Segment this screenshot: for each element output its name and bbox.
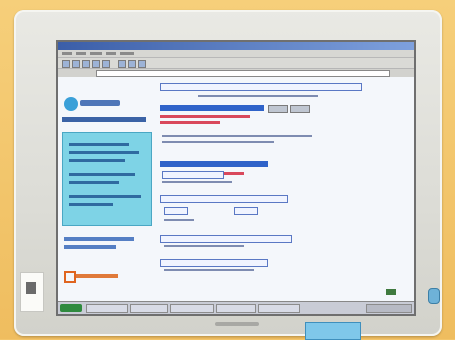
red-notice-line xyxy=(160,115,250,118)
menu-item[interactable] xyxy=(76,52,86,55)
browser-title-bar xyxy=(58,42,414,50)
body-text-line xyxy=(162,181,232,183)
forward-icon[interactable] xyxy=(72,60,80,68)
left-info-panel xyxy=(62,132,152,226)
page-content xyxy=(58,77,414,302)
search-icon[interactable] xyxy=(118,60,126,68)
search-button[interactable] xyxy=(268,105,288,113)
back-icon[interactable] xyxy=(62,60,70,68)
panel-text-line xyxy=(69,195,141,198)
menu-item[interactable] xyxy=(120,52,134,55)
left-nav-link[interactable] xyxy=(64,237,134,241)
sticker-mark xyxy=(26,282,36,294)
orange-link[interactable] xyxy=(76,274,118,278)
body-text-line xyxy=(164,219,194,221)
site-logo-wordmark[interactable] xyxy=(80,100,120,106)
favorites-icon[interactable] xyxy=(128,60,136,68)
select-field[interactable] xyxy=(234,207,258,215)
menu-item[interactable] xyxy=(106,52,116,55)
panel-text-line xyxy=(69,173,135,176)
site-logo-icon[interactable] xyxy=(64,97,78,111)
taskbar-item[interactable] xyxy=(130,304,168,313)
stop-icon[interactable] xyxy=(82,60,90,68)
panel-text-line xyxy=(69,181,119,184)
bezel-sticker xyxy=(20,272,44,312)
browser-menu-bar xyxy=(58,50,414,58)
body-text-line xyxy=(164,269,254,271)
taskbar-item[interactable] xyxy=(216,304,256,313)
body-text-line xyxy=(162,141,274,143)
browser-toolbar xyxy=(58,58,414,69)
section-outline-bar xyxy=(160,259,268,267)
menu-item[interactable] xyxy=(62,52,72,55)
panel-text-line xyxy=(69,143,129,146)
taskbar-item[interactable] xyxy=(258,304,300,313)
section-heading-bar xyxy=(160,161,268,167)
text-field[interactable] xyxy=(162,171,224,179)
monitor-screen xyxy=(56,40,416,316)
body-text-line xyxy=(162,135,312,137)
cyan-card xyxy=(305,322,361,340)
system-clock xyxy=(366,304,412,313)
panel-text-line xyxy=(69,151,139,154)
header-text-line xyxy=(198,95,318,97)
reset-button[interactable] xyxy=(290,105,310,113)
left-nav-link[interactable] xyxy=(64,245,116,249)
history-icon[interactable] xyxy=(138,60,146,68)
home-icon[interactable] xyxy=(102,60,110,68)
section-outline-bar xyxy=(160,195,288,203)
power-button[interactable] xyxy=(428,288,440,304)
refresh-icon[interactable] xyxy=(92,60,100,68)
top-banner-bar xyxy=(160,83,362,91)
bezel-corner-graphic xyxy=(386,289,396,295)
panel-text-line xyxy=(69,159,125,162)
os-taskbar xyxy=(58,301,414,314)
start-button[interactable] xyxy=(60,304,82,312)
orange-checkbox[interactable] xyxy=(64,271,76,283)
section-outline-bar xyxy=(160,235,292,243)
body-text-line xyxy=(164,245,244,247)
red-notice-line xyxy=(160,121,220,124)
red-indicator xyxy=(224,172,244,175)
section-heading-bar xyxy=(160,105,264,111)
brand-label xyxy=(215,322,259,326)
taskbar-item[interactable] xyxy=(86,304,128,313)
select-field[interactable] xyxy=(164,207,188,215)
menu-item[interactable] xyxy=(90,52,102,55)
taskbar-item[interactable] xyxy=(170,304,214,313)
url-input[interactable] xyxy=(96,70,390,77)
panel-text-line xyxy=(69,203,113,206)
site-subheading xyxy=(62,117,146,122)
